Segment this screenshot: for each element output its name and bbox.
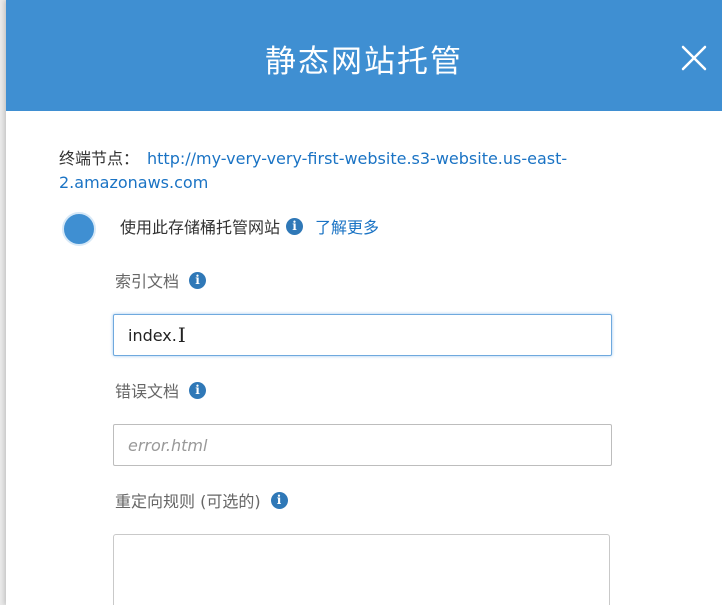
info-icon[interactable]: i [189, 271, 207, 289]
dialog-title: 静态网站托管 [265, 44, 463, 80]
error-document-label: 错误文档 [115, 382, 180, 401]
redirect-rules-label: 重定向规则 (可选的) [115, 492, 261, 511]
endpoint-info: 终端节点： http://my-very-very-first-website.s… [59, 147, 639, 195]
index-document-input[interactable]: index. I [113, 314, 612, 356]
text-cursor-icon: I [177, 323, 186, 347]
endpoint-label: 终端节点： [59, 149, 140, 168]
index-document-label-row: 索引文档 i [115, 268, 207, 292]
dialog-header: 静态网站托管 [6, 0, 722, 111]
error-document-input[interactable]: error.html [113, 424, 612, 466]
index-document-label: 索引文档 [115, 272, 180, 291]
error-document-label-row: 错误文档 i [115, 378, 207, 402]
index-document-value: index. [128, 325, 177, 345]
close-icon [681, 45, 707, 71]
info-icon[interactable]: i [189, 381, 207, 399]
info-icon[interactable]: i [286, 217, 304, 235]
close-button[interactable] [680, 44, 708, 72]
learn-more-link[interactable]: 了解更多 [315, 214, 379, 238]
redirect-rules-label-row: 重定向规则 (可选的) i [115, 488, 288, 512]
host-website-radio[interactable] [62, 212, 96, 246]
redirect-rules-textarea[interactable] [113, 534, 610, 605]
static-website-hosting-dialog: 静态网站托管 终端节点： http://my-very-very-first-we… [6, 0, 722, 605]
host-website-option: 使用此存储桶托管网站 i 了解更多 [120, 214, 379, 238]
info-icon[interactable]: i [270, 491, 288, 509]
host-website-label: 使用此存储桶托管网站 [120, 218, 281, 237]
error-document-placeholder: error.html [128, 435, 208, 455]
